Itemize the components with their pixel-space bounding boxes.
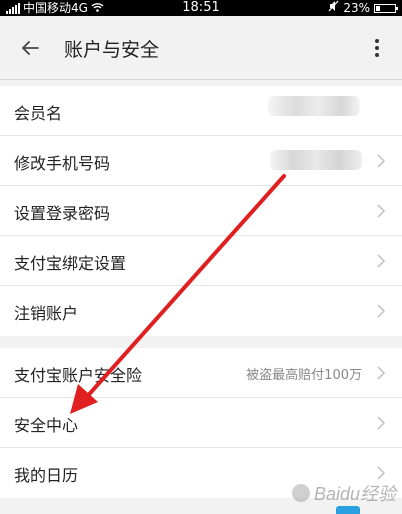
chevron-right-icon [377, 254, 386, 268]
list-item-member-name[interactable]: 会员名 [0, 86, 402, 136]
list-item-label: 修改手机号码 [14, 154, 111, 173]
list-item-change-phone[interactable]: 修改手机号码 [0, 136, 402, 186]
list-item-alipay-binding[interactable]: 支付宝绑定设置 [0, 236, 402, 286]
list-item-value: 被盗最高赔付100万 [246, 368, 362, 383]
chevron-right-icon [377, 366, 386, 380]
baidu-paw-icon [291, 484, 310, 502]
battery-percent: 23% [343, 1, 370, 15]
chevron-right-icon [377, 416, 386, 430]
list-item-account-insurance[interactable]: 支付宝账户安全险 被盗最高赔付100万 [0, 348, 402, 398]
security-group: 支付宝账户安全险 被盗最高赔付100万 安全中心 我的日历 [0, 348, 402, 498]
more-vertical-icon [375, 39, 379, 57]
phone-number-redacted [270, 150, 362, 170]
page-title: 账户与安全 [64, 39, 160, 61]
status-bar: 中国移动4G 18:51 23% [0, 0, 402, 16]
mute-icon [328, 0, 339, 16]
list-item-label: 支付宝绑定设置 [14, 254, 127, 273]
more-button[interactable] [370, 34, 384, 62]
status-right: 23% [328, 0, 398, 16]
app-bar: 账户与安全 [0, 16, 402, 80]
bottom-partial-icon [336, 506, 360, 514]
list-item-login-password[interactable]: 设置登录密码 [0, 186, 402, 236]
member-name-redacted [268, 96, 360, 116]
chevron-right-icon [377, 204, 386, 218]
account-settings-group: 会员名 修改手机号码 设置登录密码 支付宝绑定设置 注销账户 [0, 86, 402, 336]
list-item-label: 支付宝账户安全险 [14, 366, 143, 385]
list-item-security-center[interactable]: 安全中心 [0, 398, 402, 448]
chevron-right-icon [377, 304, 386, 318]
battery-icon [374, 3, 398, 13]
watermark: Baidu经验 [291, 480, 396, 506]
arrow-left-icon [22, 41, 39, 55]
list-item-label: 我的日历 [14, 466, 79, 485]
chevron-right-icon [377, 154, 386, 168]
list-item-label: 安全中心 [14, 416, 79, 435]
back-button[interactable] [14, 34, 46, 62]
list-item-label: 注销账户 [14, 304, 79, 323]
list-item-label: 设置登录密码 [14, 204, 111, 223]
chevron-right-icon [377, 466, 386, 480]
list-item-label: 会员名 [14, 104, 63, 123]
battery-fill [376, 5, 380, 11]
watermark-text: Baidu经验 [313, 484, 396, 504]
list-item-deactivate-account[interactable]: 注销账户 [0, 286, 402, 336]
